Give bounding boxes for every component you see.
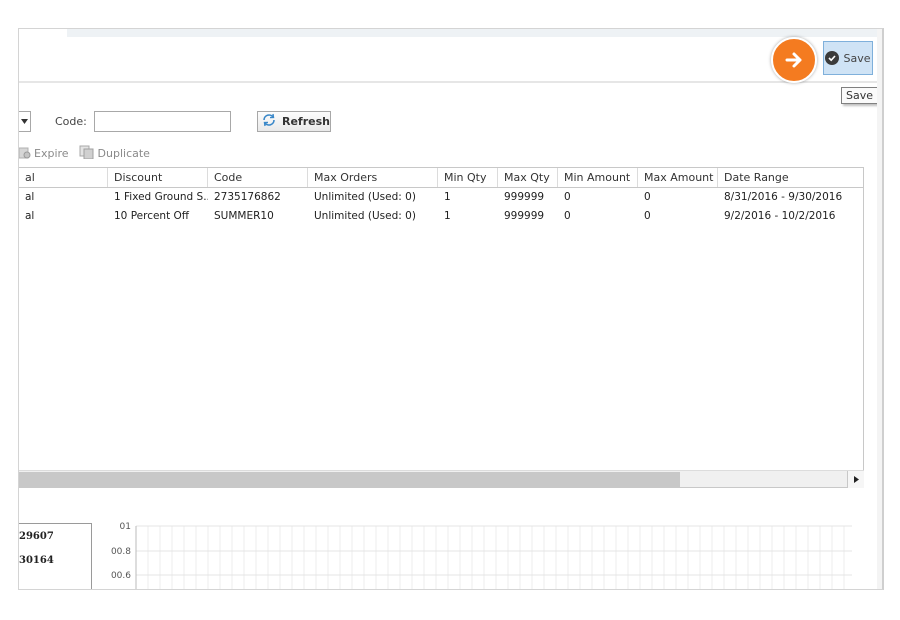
y-tick-label: 01 — [120, 522, 131, 532]
scroll-thumb[interactable] — [19, 472, 680, 487]
table-cell-max-orders: Unlimited (Used: 0) — [314, 191, 416, 203]
column-header-min-qty[interactable]: Min Qty — [438, 168, 498, 187]
chart-grid — [135, 525, 852, 589]
arrow-right-icon[interactable] — [771, 37, 817, 83]
table-cell-date-range: 9/2/2016 - 10/2/2016 — [724, 210, 836, 222]
table-cell-code: SUMMER10 — [214, 210, 274, 222]
duplicate-label: Duplicate — [97, 147, 150, 160]
table-cell: al — [25, 191, 35, 203]
table-row[interactable]: al 1 Fixed Ground S... 2735176862 Unlimi… — [19, 188, 863, 207]
vertical-scrollbar[interactable] — [877, 29, 882, 589]
table-cell-min-qty: 1 — [444, 210, 451, 222]
column-header-discount[interactable]: Discount — [108, 168, 208, 187]
code-label: Code: — [55, 115, 87, 128]
save-tooltip: Save — [841, 87, 879, 104]
duplicate-button[interactable]: Duplicate — [79, 145, 150, 162]
expire-label: Expire — [34, 147, 69, 160]
refresh-button-label: Refresh — [282, 115, 330, 128]
table-cell-min-amount: 0 — [564, 191, 571, 203]
code-input[interactable] — [94, 111, 231, 132]
expire-icon — [19, 146, 31, 162]
table-cell-date-range: 8/31/2016 - 9/30/2016 — [724, 191, 843, 203]
stat-value-1: 29607 — [19, 531, 54, 542]
horizontal-scrollbar[interactable] — [19, 470, 864, 488]
y-tick-label: 00.6 — [111, 571, 131, 581]
column-header-max-orders[interactable]: Max Orders — [308, 168, 438, 187]
top-toolbar — [19, 29, 882, 83]
table-cell-max-qty: 999999 — [504, 210, 545, 222]
refresh-icon — [261, 113, 277, 130]
table-cell-max-amount: 0 — [644, 210, 651, 222]
table-cell-min-amount: 0 — [564, 210, 571, 222]
check-circle-icon — [825, 51, 840, 65]
save-button[interactable]: Save — [823, 41, 873, 75]
toolbar-strip — [67, 29, 882, 37]
column-header-min-amount[interactable]: Min Amount — [558, 168, 638, 187]
app-window: Save Save Code: Refresh Expire Duplicate… — [18, 28, 884, 590]
grid-header: al Discount Code Max Orders Min Qty Max … — [19, 167, 863, 188]
y-tick-label: 00.8 — [111, 547, 131, 557]
duplicate-icon — [79, 145, 95, 162]
table-cell-discount: 10 Percent Off — [114, 210, 190, 222]
stat-value-2: 30164 — [19, 555, 54, 566]
table-cell-discount: 1 Fixed Ground S... — [114, 191, 208, 203]
expire-button[interactable]: Expire — [19, 146, 69, 162]
table-cell-max-amount: 0 — [644, 191, 651, 203]
stats-panel: 29607 30164 — [19, 523, 92, 589]
discount-grid: al Discount Code Max Orders Min Qty Max … — [19, 167, 864, 488]
grid-actions: Expire Duplicate — [19, 145, 160, 162]
table-row[interactable]: al 10 Percent Off SUMMER10 Unlimited (Us… — [19, 207, 863, 226]
table-cell-max-qty: 999999 — [504, 191, 545, 203]
table-cell-max-orders: Unlimited (Used: 0) — [314, 210, 416, 222]
column-header[interactable]: al — [19, 168, 108, 187]
column-header-date-range[interactable]: Date Range — [718, 168, 864, 187]
table-cell-min-qty: 1 — [444, 191, 451, 203]
refresh-button[interactable]: Refresh — [257, 111, 331, 132]
table-cell: al — [25, 210, 35, 222]
column-header-code[interactable]: Code — [208, 168, 308, 187]
save-button-label: Save — [843, 51, 871, 65]
chevron-right-icon[interactable] — [847, 471, 864, 488]
column-header-max-amount[interactable]: Max Amount — [638, 168, 718, 187]
column-header-max-qty[interactable]: Max Qty — [498, 168, 558, 187]
chevron-down-icon[interactable] — [19, 111, 31, 132]
table-cell-code: 2735176862 — [214, 191, 281, 203]
